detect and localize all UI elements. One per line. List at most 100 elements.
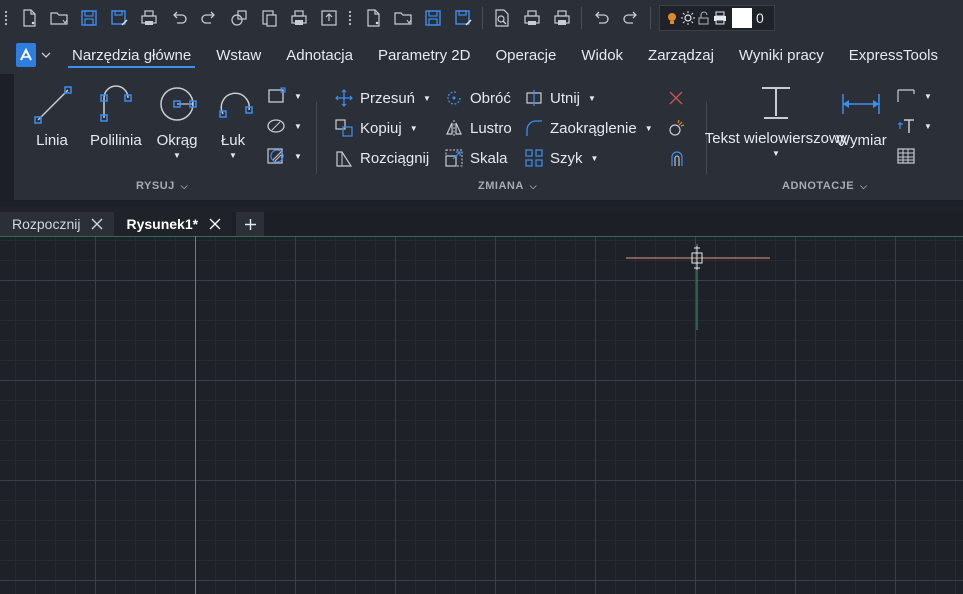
plot-icon[interactable] xyxy=(518,4,546,32)
move-button[interactable]: Przesuń ▼ xyxy=(334,86,431,110)
stretch-icon xyxy=(336,151,353,167)
ellipse-button[interactable]: ▼ xyxy=(266,114,302,138)
open-folder-icon[interactable] xyxy=(45,4,73,32)
trim-button[interactable]: Utnij ▼ xyxy=(524,86,596,110)
layer-dropdown[interactable]: 0 xyxy=(659,5,775,31)
new-tab-button[interactable] xyxy=(236,212,265,236)
delete-button[interactable] xyxy=(666,86,686,110)
ellipse-dropdown-arrow[interactable]: ▼ xyxy=(294,122,302,131)
app-menu-logo-icon[interactable] xyxy=(16,43,37,67)
text-style-dropdown-arrow[interactable]: ▼ xyxy=(924,122,932,131)
export-icon[interactable] xyxy=(315,4,343,32)
paste-icon[interactable] xyxy=(255,4,283,32)
array-button[interactable]: Szyk ▼ xyxy=(524,146,598,170)
annotation-panel-title[interactable]: ADNOTACJE ⌵ xyxy=(782,180,867,192)
print-preview-icon[interactable] xyxy=(488,4,516,32)
hatch-button[interactable]: ▼ xyxy=(266,144,302,168)
tab-widok[interactable]: Widok xyxy=(581,36,623,74)
rectangle-button[interactable]: ▼ xyxy=(266,84,302,108)
tab-narzedzia-glowne[interactable]: Narzędzia główne xyxy=(67,36,196,74)
tab-wstaw[interactable]: Wstaw xyxy=(216,36,261,74)
text-style-button[interactable]: ▼ xyxy=(896,114,932,138)
unlock-icon[interactable] xyxy=(696,10,712,26)
hatch-icon xyxy=(267,148,284,164)
offset-button[interactable] xyxy=(666,146,686,170)
delete-icon xyxy=(669,91,683,105)
offset-icon xyxy=(671,151,683,166)
leader-dropdown-arrow[interactable]: ▼ xyxy=(924,92,932,101)
stretch-label: Rozciągnij xyxy=(360,149,430,167)
print-icon[interactable] xyxy=(285,4,313,32)
ribbon-panel: Linia Polilinia Okrąg ▼ Łuk ▼ ▼ ▼ ▼ RYSU… xyxy=(14,74,963,200)
undo-icon[interactable] xyxy=(587,4,615,32)
table-button[interactable] xyxy=(896,144,916,168)
plot-icon[interactable] xyxy=(135,4,163,32)
circle-label: Okrąg xyxy=(156,132,198,149)
arc-button[interactable]: Łuk ▼ xyxy=(211,82,255,160)
arc-dropdown-arrow[interactable]: ▼ xyxy=(229,151,237,160)
chevron-down-icon: ⌵ xyxy=(180,180,189,191)
printer-icon[interactable] xyxy=(712,10,728,26)
rotate-button[interactable]: Obróć xyxy=(444,86,511,110)
tab-adnotacja[interactable]: Adnotacja xyxy=(286,36,353,74)
redo-icon[interactable] xyxy=(195,4,223,32)
modify-panel-title[interactable]: ZMIANA ⌵ xyxy=(478,180,537,192)
doc-tab-rozpocznij[interactable]: Rozpocznij xyxy=(0,212,115,236)
polyline-button[interactable]: Polilinia xyxy=(90,82,142,149)
fillet-label: Zaokrąglenie xyxy=(550,119,637,137)
fillet-button[interactable]: Zaokrąglenie ▼ xyxy=(524,116,653,140)
fillet-dropdown-arrow[interactable]: ▼ xyxy=(645,124,653,133)
tab-parametry-2d[interactable]: Parametry 2D xyxy=(378,36,471,74)
scale-button[interactable]: Skala xyxy=(444,146,508,170)
mtext-icon xyxy=(762,87,790,119)
rectangle-dropdown-arrow[interactable]: ▼ xyxy=(294,92,302,101)
bulb-icon[interactable] xyxy=(664,10,680,26)
block-icon[interactable] xyxy=(225,4,253,32)
rotate-icon xyxy=(447,91,461,105)
doc-tab-label: Rysunek1* xyxy=(126,216,199,232)
crosshair-cursor xyxy=(626,244,770,330)
sun-icon[interactable] xyxy=(680,10,696,26)
explode-button[interactable] xyxy=(666,116,686,140)
save-icon[interactable] xyxy=(75,4,103,32)
hatch-dropdown-arrow[interactable]: ▼ xyxy=(294,152,302,161)
print-icon[interactable] xyxy=(548,4,576,32)
open-folder-icon[interactable] xyxy=(389,4,417,32)
move-dropdown-arrow[interactable]: ▼ xyxy=(423,94,431,103)
copy-dropdown-arrow[interactable]: ▼ xyxy=(410,124,418,133)
scale-icon xyxy=(445,149,463,167)
circle-dropdown-arrow[interactable]: ▼ xyxy=(173,151,181,160)
toolbar-grip[interactable] xyxy=(3,10,9,26)
redo-icon[interactable] xyxy=(617,4,645,32)
mtext-button[interactable]: Tekst wielowierszowy ▼ xyxy=(705,82,847,158)
array-dropdown-arrow[interactable]: ▼ xyxy=(591,154,599,163)
circle-button[interactable]: Okrąg ▼ xyxy=(155,82,199,160)
new-file-icon[interactable] xyxy=(359,4,387,32)
close-icon[interactable] xyxy=(198,218,232,230)
copy-button[interactable]: Kopiuj ▼ xyxy=(334,116,418,140)
toolbar-grip[interactable] xyxy=(347,10,353,26)
chevron-down-icon[interactable] xyxy=(40,50,52,60)
draw-panel-title[interactable]: RYSUJ ⌵ xyxy=(136,180,188,192)
tab-zarzadzaj[interactable]: Zarządzaj xyxy=(648,36,714,74)
leader-button[interactable]: ▼ xyxy=(896,84,932,108)
tab-expresstools[interactable]: ExpressTools xyxy=(849,36,938,74)
undo-icon[interactable] xyxy=(165,4,193,32)
mirror-button[interactable]: Lustro xyxy=(444,116,512,140)
drawing-canvas[interactable] xyxy=(0,236,963,594)
new-file-icon[interactable] xyxy=(15,4,43,32)
save-as-icon[interactable] xyxy=(449,4,477,32)
mtext-dropdown-arrow[interactable]: ▼ xyxy=(772,149,780,158)
panel-separator xyxy=(316,102,317,174)
save-as-icon[interactable] xyxy=(105,4,133,32)
trim-dropdown-arrow[interactable]: ▼ xyxy=(588,94,596,103)
tab-operacje[interactable]: Operacje xyxy=(495,36,556,74)
doc-tab-rysunek1[interactable]: Rysunek1* xyxy=(114,212,233,236)
tab-wyniki-pracy[interactable]: Wyniki pracy xyxy=(739,36,824,74)
save-icon[interactable] xyxy=(419,4,447,32)
line-button[interactable]: Linia xyxy=(30,82,74,149)
close-icon[interactable] xyxy=(80,218,114,230)
dimension-button[interactable]: Wymiar xyxy=(836,82,887,149)
stretch-button[interactable]: Rozciągnij xyxy=(334,146,429,170)
fillet-icon xyxy=(526,120,542,136)
